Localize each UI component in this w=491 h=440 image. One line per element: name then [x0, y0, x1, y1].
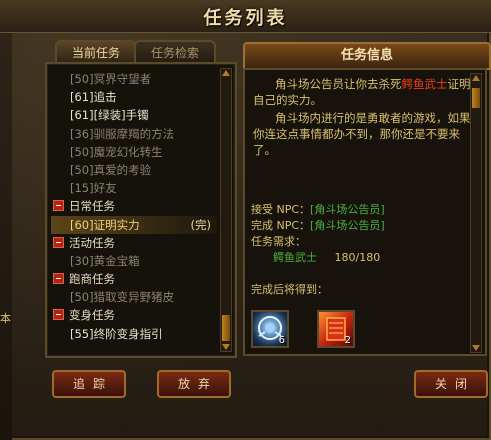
background-text-fragment: 本 — [0, 312, 11, 325]
quest-label: [36]驯服摩羯的方法 — [70, 126, 175, 141]
description-paragraph-1: 角斗场公告员让你去杀死鳄鱼武士证明自己的实力。 — [253, 76, 475, 108]
scroll-down-arrow-icon[interactable] — [472, 345, 480, 351]
requirement-target: 鳄鱼武士 — [273, 251, 317, 264]
category-label: 日常任务 — [69, 199, 115, 214]
quest-category[interactable]: 日常任务 — [51, 197, 217, 215]
title-bar[interactable]: 任务列表 — [0, 0, 491, 33]
category-label: 活动任务 — [69, 235, 115, 250]
abandon-button[interactable]: 放弃 — [157, 370, 231, 398]
quest-list-item[interactable]: [15]好友 — [51, 179, 217, 197]
quest-list-item[interactable]: [50]魔宠幻化转生 — [51, 143, 217, 161]
quest-category[interactable]: 活动任务 — [51, 234, 217, 252]
quest-list-item[interactable]: [36]驯服摩羯的方法 — [51, 125, 217, 143]
accept-npc-link[interactable]: [角斗场公告员] — [310, 203, 385, 216]
quest-label: [50]猎取变异野猪皮 — [70, 290, 175, 305]
reward-count: 2 — [344, 335, 351, 346]
quest-list-item[interactable]: [60]证明实力 (完) — [51, 215, 217, 234]
collapse-minus-icon[interactable] — [53, 200, 64, 212]
collapse-minus-icon[interactable] — [53, 309, 64, 321]
close-button[interactable]: 关闭 — [414, 370, 488, 398]
quest-label: [61]追击 — [70, 90, 117, 105]
quest-description: 角斗场公告员让你去杀死鳄鱼武士证明自己的实力。 角斗场内进行的是勇敢者的游戏，如… — [253, 76, 475, 160]
reward-item-1[interactable]: 6 — [251, 310, 289, 348]
description-text: 角斗场公告员让你去杀死 — [275, 77, 402, 91]
quest-category[interactable]: 跑商任务 — [51, 270, 217, 288]
quest-label: [15]好友 — [70, 181, 117, 196]
quest-list-item[interactable]: [61][绿装]手镯 — [51, 106, 217, 124]
target-monster-name: 鳄鱼武士 — [401, 77, 448, 91]
quest-list-scrollbar[interactable] — [220, 68, 232, 352]
collapse-minus-icon[interactable] — [53, 236, 64, 248]
quest-label: [55]终阶变身指引 — [70, 326, 163, 341]
accept-npc-label: 接受 NPC： — [251, 203, 311, 216]
quest-list-item[interactable]: [30]黄金宝箱 — [51, 252, 217, 270]
scroll-thumb[interactable] — [222, 315, 230, 341]
quest-list-item[interactable]: [61]追击 — [51, 88, 217, 106]
quest-label: [50]魔宠幻化转生 — [70, 144, 163, 159]
window-title: 任务列表 — [203, 8, 288, 29]
tab-current-quests[interactable]: 当前任务 — [55, 40, 137, 64]
quest-list-item[interactable]: [55]终阶变身指引 — [51, 325, 217, 343]
quest-category[interactable]: 变身任务 — [51, 306, 217, 324]
quest-label: [61][绿装]手镯 — [70, 108, 149, 123]
quest-complete-tag: (完) — [190, 217, 211, 232]
quest-label: [30]黄金宝箱 — [70, 253, 140, 268]
accept-npc-line: 接受 NPC：[角斗场公告员] — [251, 201, 385, 217]
scroll-up-arrow-icon[interactable] — [222, 70, 230, 76]
quest-label: [50]冥界守望者 — [70, 72, 152, 86]
requirement-line: 鳄鱼武士 180/180 — [273, 249, 380, 265]
scroll-thumb[interactable] — [472, 88, 480, 108]
quest-list: [50]冥界守望者 [61]追击 [61][绿装]手镯 [36]驯服摩羯的方法 [50]… — [51, 70, 217, 343]
reward-label: 完成后将得到： — [251, 283, 328, 296]
quest-info-scrollbar[interactable] — [470, 73, 482, 353]
complete-npc-link[interactable]: [角斗场公告员] — [310, 219, 385, 232]
tab-quest-search[interactable]: 任务检索 — [134, 40, 216, 64]
requirement-progress: 180/180 — [334, 251, 381, 264]
reward-count: 6 — [278, 335, 285, 346]
quest-list-item[interactable]: [50]真爱的考验 — [51, 161, 217, 179]
background-strip — [0, 30, 12, 440]
requirement-label: 任务需求： — [251, 235, 306, 248]
complete-npc-line: 完成 NPC：[角斗场公告员] — [251, 217, 385, 233]
quest-label: [50]真爱的考验 — [70, 162, 152, 177]
reward-item-2[interactable]: 2 — [317, 310, 355, 348]
quest-list-item[interactable]: [50]冥界守望者 — [51, 70, 217, 88]
quest-list-item[interactable]: [50]猎取变异野猪皮 — [51, 288, 217, 306]
scroll-down-arrow-icon[interactable] — [222, 344, 230, 350]
quest-info-panel: 角斗场公告员让你去杀死鳄鱼武士证明自己的实力。 角斗场内进行的是勇敢者的游戏，如… — [243, 68, 487, 356]
description-paragraph-2: 角斗场内进行的是勇敢者的游戏，如果你连这点事情都办不到，那你还是不要来了。 — [253, 111, 471, 157]
scroll-up-arrow-icon[interactable] — [472, 75, 480, 81]
quest-list-panel: [50]冥界守望者 [61]追击 [61][绿装]手镯 [36]驯服摩羯的方法 [50]… — [45, 62, 237, 358]
collapse-minus-icon[interactable] — [53, 273, 64, 285]
track-button[interactable]: 追踪 — [52, 370, 126, 398]
category-label: 变身任务 — [69, 308, 115, 323]
complete-npc-label: 完成 NPC： — [251, 219, 311, 232]
quest-info-header: 任务信息 — [243, 42, 491, 70]
quest-label: [60]证明实力 — [70, 217, 140, 232]
category-label: 跑商任务 — [69, 272, 115, 287]
